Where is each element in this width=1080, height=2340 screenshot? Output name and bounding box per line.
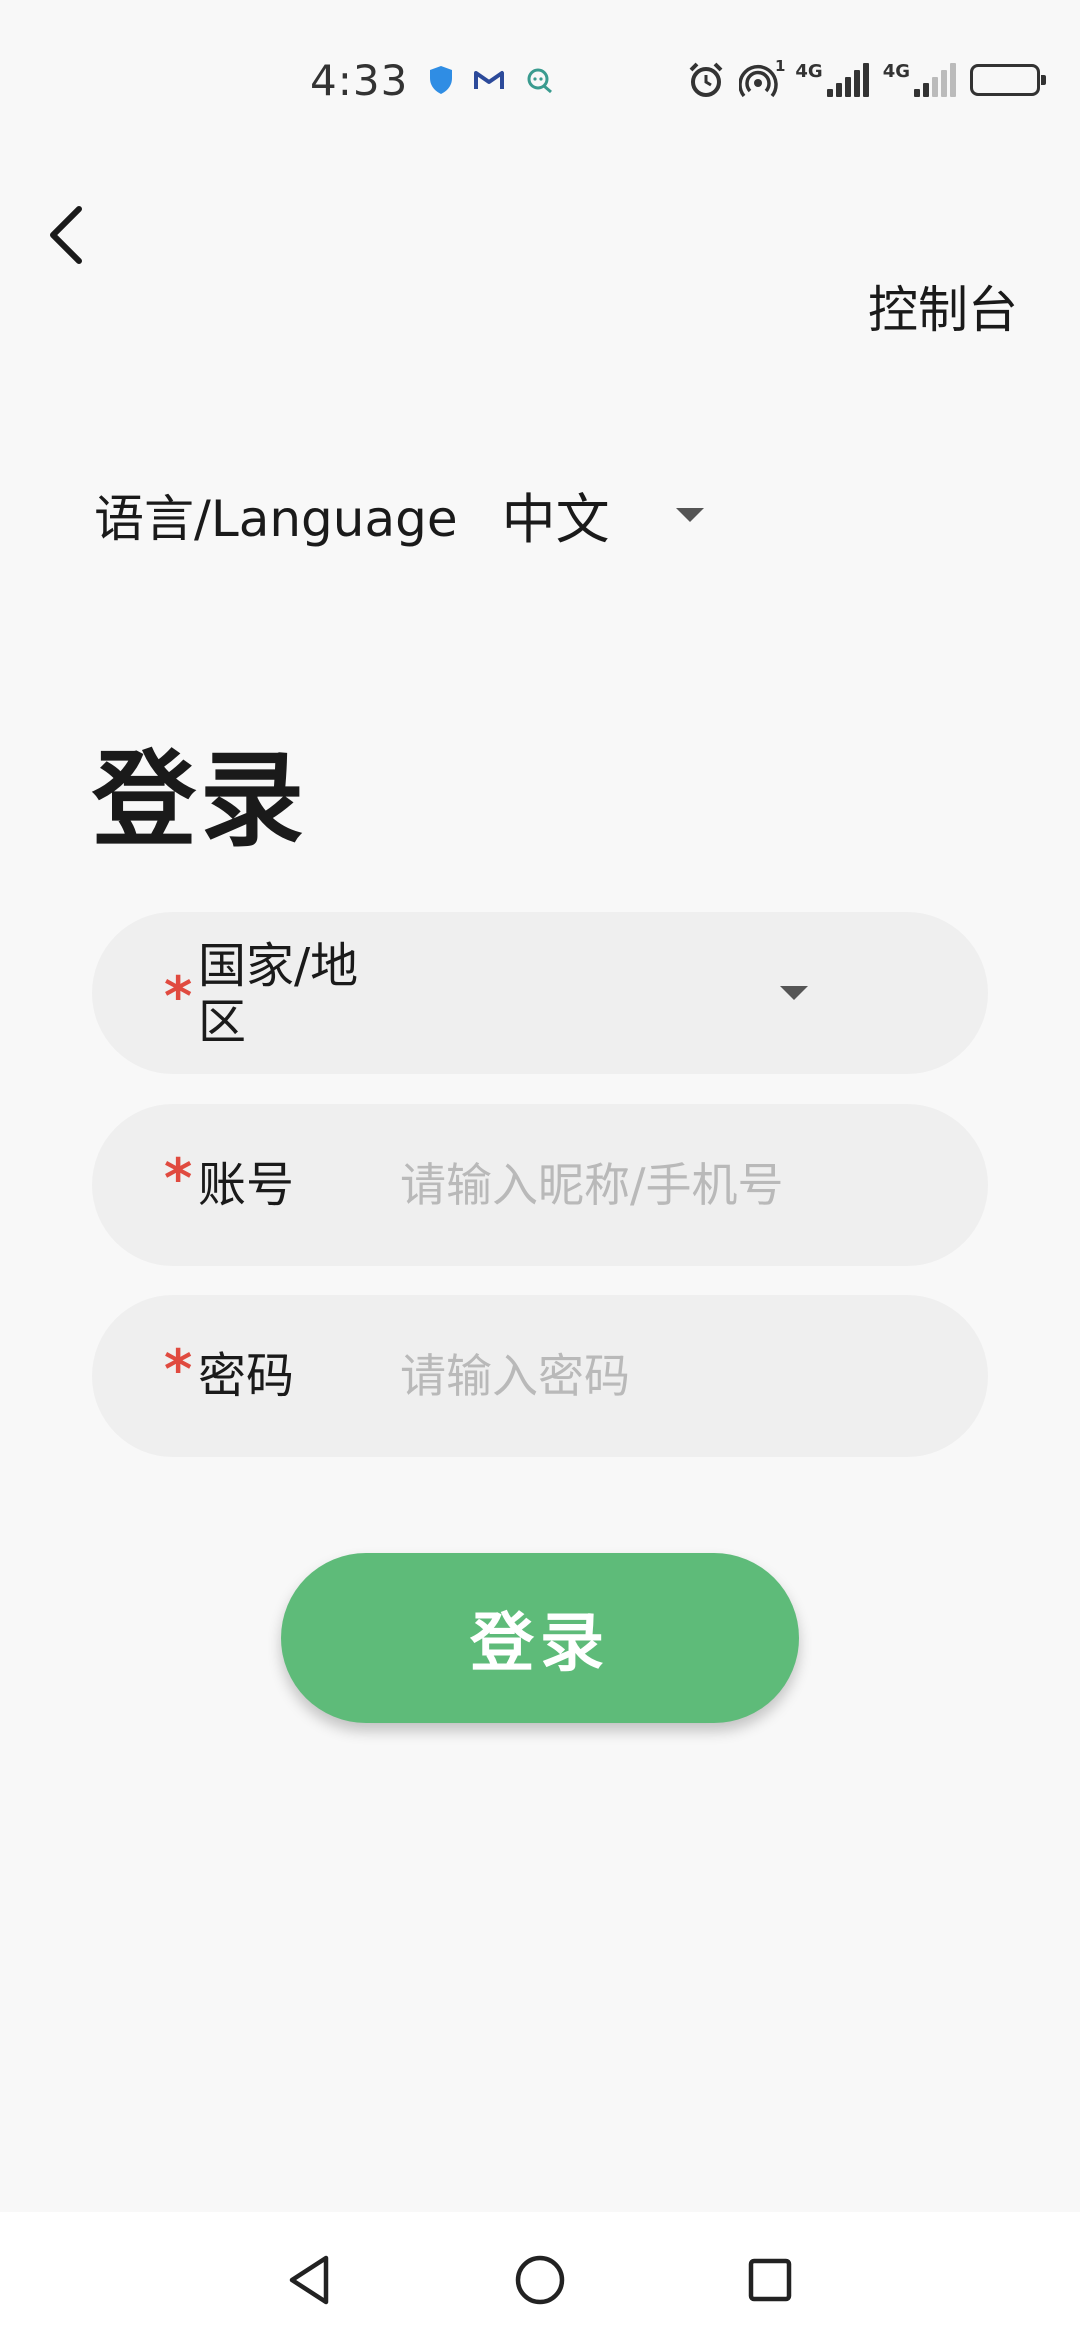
chat-icon xyxy=(524,66,554,94)
console-link[interactable]: 控制台 xyxy=(868,270,1018,342)
nav-back-button[interactable] xyxy=(270,2240,350,2320)
status-right: 1 4G 4G xyxy=(687,56,1046,104)
account-label: 账号 xyxy=(198,1157,295,1213)
status-time: 4:33 xyxy=(310,55,409,105)
password-label: 密码 xyxy=(198,1348,295,1404)
signal-4g-icon: 4G xyxy=(883,63,956,97)
alarm-icon xyxy=(687,61,725,99)
gmail-icon xyxy=(474,69,505,91)
home-circle-icon xyxy=(515,2255,565,2305)
system-nav-bar xyxy=(0,2212,1080,2340)
hotspot-badge: 1 xyxy=(774,57,786,75)
language-label: 语言/Language xyxy=(94,489,458,548)
page-title: 登录 xyxy=(92,739,309,861)
caret-down-icon xyxy=(780,986,808,1000)
status-left: 4:33 xyxy=(310,52,554,108)
chevron-left-icon xyxy=(50,206,82,264)
shield-icon xyxy=(428,65,454,95)
region-label: 国家/地区 xyxy=(198,938,359,1050)
language-select[interactable]: 中文 xyxy=(502,475,704,554)
network-type-label: 4G xyxy=(795,61,823,82)
required-mark: * xyxy=(164,1338,193,1401)
battery-icon xyxy=(970,64,1046,96)
login-screen: 4:33 1 4G 4G 控制台 语言/Language 中文 登录 * 国家/… xyxy=(0,0,1080,2340)
back-triangle-icon xyxy=(289,2255,329,2305)
back-button[interactable] xyxy=(30,190,100,280)
status-bar: 4:33 1 4G 4G xyxy=(0,0,1080,120)
network-type-label: 4G xyxy=(882,61,910,82)
login-button[interactable]: 登录 xyxy=(281,1553,799,1723)
password-field: * 密码 xyxy=(92,1295,988,1457)
nav-recent-button[interactable] xyxy=(730,2240,810,2320)
region-select[interactable]: * 国家/地区 xyxy=(92,912,988,1074)
caret-down-icon xyxy=(675,507,704,522)
required-mark: * xyxy=(164,1147,193,1210)
recent-square-icon xyxy=(748,2258,792,2302)
account-input[interactable] xyxy=(400,1144,940,1226)
required-mark: * xyxy=(164,965,193,1028)
hotspot-icon: 1 xyxy=(739,59,785,99)
language-row: 语言/Language 中文 xyxy=(94,475,704,554)
language-value: 中文 xyxy=(501,488,610,551)
signal-bars xyxy=(914,63,956,97)
signal-4g-icon: 4G xyxy=(795,61,869,97)
password-input[interactable] xyxy=(400,1335,940,1417)
signal-bars xyxy=(826,63,869,97)
nav-home-button[interactable] xyxy=(500,2240,580,2320)
account-field: * 账号 xyxy=(92,1104,988,1266)
